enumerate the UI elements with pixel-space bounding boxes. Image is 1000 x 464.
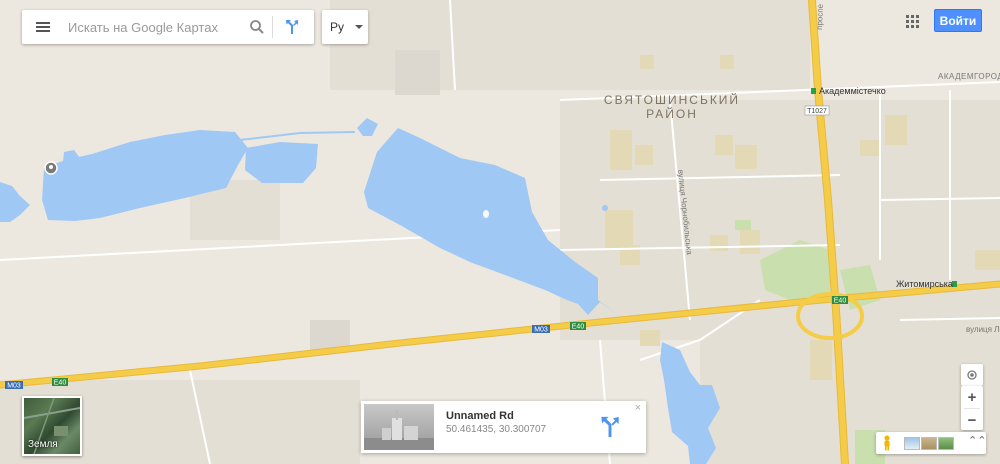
- directions-icon: [601, 416, 619, 438]
- metro-label-zhytomyrska: Житомирська: [896, 279, 953, 289]
- search-box: [22, 10, 314, 44]
- menu-button[interactable]: [22, 10, 64, 44]
- road-label-akademgorod: АКАДЕМГОРОД: [938, 72, 1000, 81]
- search-input[interactable]: [64, 12, 242, 42]
- sign-in-button[interactable]: Войти: [934, 9, 982, 32]
- language-label: Ру: [330, 20, 345, 34]
- language-select[interactable]: Ру: [322, 10, 368, 44]
- place-name: Unnamed Rd: [446, 410, 514, 422]
- shield-t1027: T1027: [807, 108, 827, 115]
- place-photo[interactable]: [364, 404, 434, 450]
- zoom-in-button[interactable]: +: [961, 386, 983, 408]
- chevron-down-icon: [355, 25, 364, 29]
- search-button[interactable]: [242, 10, 272, 44]
- imagery-thumbnail-1[interactable]: [904, 437, 920, 450]
- expand-icon[interactable]: ⌃⌃: [968, 434, 986, 447]
- earth-layer-toggle[interactable]: Земля: [22, 396, 82, 456]
- poi-marker-icon[interactable]: [44, 161, 58, 175]
- metro-label-akadem: Академмістечко: [819, 86, 886, 96]
- imagery-thumbnail-2[interactable]: [921, 437, 937, 450]
- earth-label: Земля: [28, 439, 58, 450]
- pegman-icon[interactable]: [881, 435, 893, 451]
- menu-icon: [36, 22, 50, 32]
- directions-icon: [286, 20, 298, 34]
- place-coordinates: 50.461435, 30.300707: [446, 424, 547, 435]
- place-directions-button[interactable]: [597, 414, 623, 440]
- zoom-control: + −: [961, 386, 983, 430]
- place-card: Unnamed Rd 50.461435, 30.300707 ×: [361, 401, 646, 453]
- zoom-out-button[interactable]: −: [961, 409, 983, 431]
- my-location-icon: [967, 370, 977, 380]
- shield-m03-left: M03: [7, 383, 21, 390]
- search-icon: [250, 20, 264, 34]
- imagery-thumbnail-3[interactable]: [938, 437, 954, 450]
- my-location-button[interactable]: [961, 364, 983, 386]
- apps-grid-icon[interactable]: [905, 14, 921, 30]
- building-icon: [364, 410, 434, 450]
- map-canvas[interactable]: СВЯТОШИНСЬКИЙ РАЙОН Академмістечко Житом…: [0, 0, 1000, 464]
- road-label-lviv: вулиця Льв: [966, 325, 1000, 334]
- shield-e40-left: E40: [54, 380, 67, 387]
- district-label-line1: СВЯТОШИНСЬКИЙ: [604, 92, 740, 107]
- district-label-line2: РАЙОН: [646, 106, 698, 121]
- shield-e40-right: E40: [834, 298, 847, 305]
- imagery-bar: ⌃⌃: [876, 432, 986, 454]
- road-label-prospekt: проспе: [815, 3, 825, 30]
- shield-m03-mid: M03: [534, 327, 548, 334]
- close-icon[interactable]: ×: [635, 402, 641, 414]
- shield-e40-mid: E40: [572, 324, 585, 331]
- directions-button[interactable]: [273, 10, 311, 44]
